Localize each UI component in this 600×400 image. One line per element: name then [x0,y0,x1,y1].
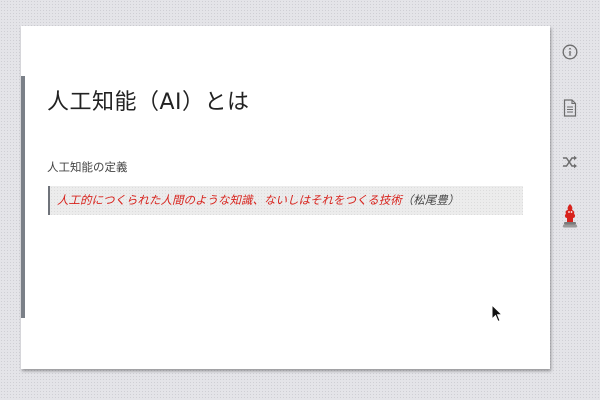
document-icon [563,99,577,117]
slide-accent-bar [21,76,25,318]
shuffle-icon [563,155,577,169]
document-button[interactable] [556,94,584,122]
info-icon [562,44,578,60]
mascot-icon [563,204,577,228]
slide-panel: 人工知能（AI）とは 人工知能の定義 人工的につくられた人間のような知識、ないし… [21,26,550,369]
section-label: 人工知能の定義 [47,160,128,174]
definition-quote: 人工的につくられた人間のような知識、ないしはそれをつくる技術（松尾豊） [48,186,523,215]
slide-title: 人工知能（AI）とは [47,90,250,115]
quote-text: 人工的につくられた人間のような知識、ないしはそれをつくる技術 [57,193,402,207]
info-button[interactable] [556,38,584,66]
shuffle-button[interactable] [556,148,584,176]
mascot-button[interactable] [556,202,584,230]
mouse-cursor-icon [491,304,503,323]
quote-source: （松尾豊） [401,193,460,207]
